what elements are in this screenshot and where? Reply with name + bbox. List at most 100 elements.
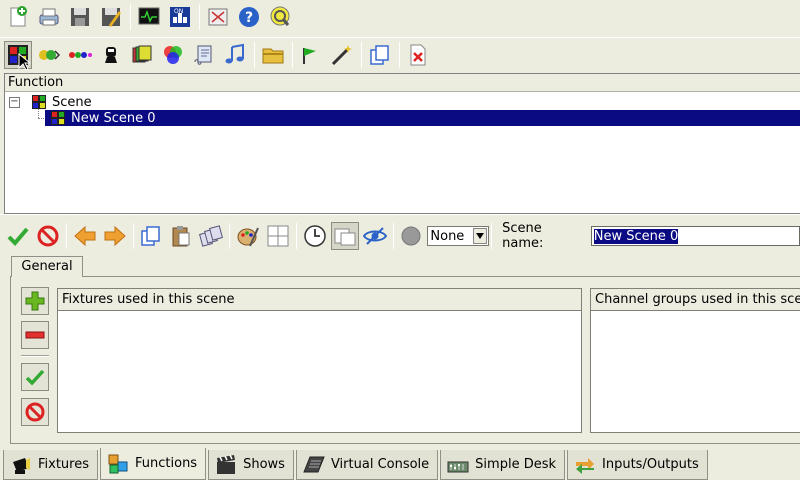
enable-all-fixtures-button[interactable] [21,363,49,391]
scene-icon [51,111,65,125]
checkmark-icon [25,369,45,386]
toolbar-separator [361,41,362,68]
next-icon[interactable] [101,222,129,250]
add-icon [25,291,45,311]
forbidden-icon [25,402,45,422]
scene-icon [32,95,46,109]
enable-all-icon[interactable] [361,222,389,250]
new-audio-icon[interactable] [221,41,249,69]
tab-label: Fixtures [38,457,90,472]
new-efx-icon[interactable] [97,41,125,69]
chevron-down-icon[interactable] [473,228,488,244]
tab-fixtures[interactable]: Fixtures [3,450,99,480]
dmx-dump-icon[interactable]: ON [166,3,194,31]
delete-icon[interactable] [404,41,432,69]
channel-groups-list-header: Channel groups used in this scene [591,289,800,311]
disable-all-fixtures-button[interactable] [21,398,49,426]
toolbar-separator [292,41,293,68]
tab-functions[interactable]: Functions [100,448,207,480]
toolbar-separator [229,223,231,249]
new-rgb-matrix-icon[interactable] [159,41,187,69]
scene-name-input[interactable]: New Scene 0 [590,226,800,246]
inputs-outputs-icon [576,457,595,474]
functions-icon [108,454,128,473]
magic-wand-icon[interactable] [328,41,356,69]
function-tree: Function − Scene New Scene 0 [4,73,800,214]
function-tree-header: Function [5,74,800,92]
toolbar-separator [254,41,255,68]
copy-icon[interactable] [138,222,166,250]
mouse-cursor-icon [18,53,30,71]
toolbar-separator [130,4,131,30]
toolbar-separator [399,41,400,68]
tab-label: Virtual Console [330,457,430,472]
tab-inputs-outputs[interactable]: Inputs/Outputs [567,450,708,480]
shows-icon [217,454,236,474]
new-script-icon[interactable] [190,41,218,69]
fixtures-icon [13,457,30,474]
copy-to-all-icon[interactable] [197,222,225,250]
new-collection-icon[interactable] [128,41,156,69]
save-workspace-icon[interactable] [66,3,94,31]
tab-shows[interactable]: Shows [208,450,294,480]
speed-dial-icon[interactable] [301,222,329,250]
add-fixture-button[interactable] [21,287,49,315]
collapse-icon[interactable]: − [9,96,20,108]
previous-icon[interactable] [71,222,99,250]
new-workspace-icon[interactable] [4,3,32,31]
panel-splitter[interactable] [0,214,800,218]
fixtures-list-header: Fixtures used in this scene [58,289,581,311]
divider [21,355,49,357]
ok-icon[interactable] [4,222,32,250]
scene-name-value: New Scene 0 [593,228,679,244]
scene-editor-toolbar: None Scene name: New Scene 0 [0,219,800,253]
monitor-icon[interactable] [135,3,163,31]
toolbar-separator [295,223,297,249]
channel-groups-list[interactable]: Channel groups used in this scene [590,288,800,433]
paste-icon[interactable] [167,222,195,250]
blind-icon[interactable] [398,222,426,250]
help-icon[interactable]: ? [235,3,263,31]
toolbar-separator [199,4,200,30]
clone-icon[interactable] [366,41,394,69]
toolbar-separator [491,223,493,249]
cancel-icon[interactable] [34,222,62,250]
remove-icon [25,331,45,339]
fullscreen-icon[interactable] [204,3,232,31]
open-workspace-icon[interactable] [35,3,63,31]
color-tool-icon[interactable] [234,222,262,250]
tab-view-icon[interactable] [330,222,359,250]
tab-label: Inputs/Outputs [602,457,699,472]
tab-general[interactable]: General [11,256,83,277]
tree-item-scene-folder[interactable]: − Scene [9,94,92,110]
tree-item-new-scene-0[interactable]: New Scene 0 [45,110,800,126]
fixtures-list[interactable]: Fixtures used in this scene [57,288,582,433]
toolbar-separator [132,223,134,249]
remove-fixture-button[interactable] [21,321,49,349]
tab-simple-desk[interactable]: Simple Desk [440,450,566,480]
speed-combo[interactable]: None [427,226,490,246]
functions-toolbar [0,37,800,71]
tab-label: Shows [243,457,285,472]
tab-label: Functions [135,456,198,471]
tree-item-label: Scene [52,94,92,110]
scene-name-label: Scene name: [502,221,544,251]
svg-text:ON: ON [174,8,183,15]
new-sequence-icon[interactable] [66,41,94,69]
new-folder-icon[interactable] [259,41,287,69]
main-toolbar: ON ? [0,0,800,34]
main-tab-bar: Fixtures Functions Shows Virtual Console… [0,448,800,480]
toolbar-separator [392,223,394,249]
position-tool-icon[interactable] [264,222,292,250]
svg-text:?: ? [245,10,253,26]
new-chaser-icon[interactable] [35,41,63,69]
tab-virtual-console[interactable]: Virtual Console [295,450,439,480]
save-as-icon[interactable] [97,3,125,31]
virtual-console-icon [303,456,325,472]
speed-combo-value: None [430,228,465,244]
wizard-icon[interactable] [297,41,325,69]
toolbar-separator [65,223,67,249]
tree-item-label: New Scene 0 [71,110,156,126]
tab-label: Simple Desk [475,457,557,472]
blackout-icon[interactable] [266,3,294,31]
